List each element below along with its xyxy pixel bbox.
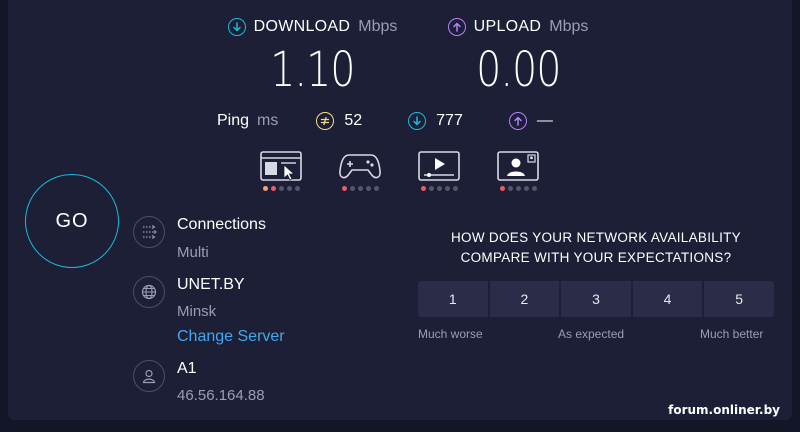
download-unit: Mbps [358, 18, 398, 35]
ping-idle-value: 52 [344, 112, 363, 129]
ping-label: Ping [217, 112, 250, 129]
upload-header: UPLOAD Mbps [447, 18, 589, 36]
video-chat-rating-dots [499, 186, 537, 191]
scale-low-label: Much worse [418, 327, 483, 341]
ping-idle: 52 [316, 112, 362, 130]
survey-rating-scale: 1 2 3 4 5 [418, 281, 774, 317]
globe-icon [133, 276, 165, 308]
change-server-link[interactable]: Change Server [177, 328, 285, 346]
download-header: DOWNLOAD Mbps [227, 18, 398, 36]
ping-download-value: 777 [436, 112, 463, 129]
survey-question-line2: COMPARE WITH YOUR EXPECTATIONS? [460, 250, 732, 265]
video-streaming-icon [418, 151, 460, 181]
video-chat-icon [497, 151, 539, 181]
upload-unit: Mbps [549, 18, 589, 35]
rating-option-5[interactable]: 5 [704, 281, 774, 317]
web-browsing-rating-dots [262, 186, 300, 191]
ping-download: 777 [408, 112, 463, 130]
rating-option-4[interactable]: 4 [632, 281, 703, 317]
rating-option-2[interactable]: 2 [489, 281, 560, 317]
ping-upload-value: — [536, 112, 553, 129]
server-location: Minsk [177, 303, 217, 320]
gaming-rating-dots [341, 186, 379, 191]
idle-latency-icon [316, 112, 335, 130]
upload-speed-value: 0.00 [475, 42, 561, 98]
connections-mode[interactable]: Multi [177, 244, 209, 261]
scale-mid-label: As expected [558, 327, 625, 341]
ping-row: Ping ms 52 777 — [217, 112, 599, 130]
provider-ip: 46.56.164.88 [177, 387, 265, 404]
go-label: GO [55, 209, 89, 232]
rating-option-3[interactable]: 3 [561, 281, 631, 317]
provider-name: A1 [177, 360, 197, 377]
go-button[interactable]: GO [25, 174, 119, 268]
download-arrow-icon [227, 18, 246, 36]
upload-label: UPLOAD [473, 18, 542, 35]
user-icon [133, 360, 165, 392]
download-latency-icon [408, 112, 427, 130]
app-rating-video-chat[interactable] [497, 151, 539, 191]
connections-title: Connections [177, 216, 266, 233]
upload-arrow-icon [447, 18, 466, 36]
web-browsing-icon [260, 151, 302, 181]
watermark: forum.onliner.by [668, 403, 780, 417]
scale-high-label: Much better [700, 327, 764, 341]
video-streaming-rating-dots [420, 186, 458, 191]
upload-latency-icon [508, 112, 527, 130]
ping-upload: — [508, 112, 553, 130]
download-label: DOWNLOAD [253, 18, 351, 35]
app-rating-video-streaming[interactable] [418, 151, 460, 191]
survey-question-line1: HOW DOES YOUR NETWORK AVAILABILITY [450, 230, 741, 245]
download-speed-value: 1.10 [270, 42, 355, 98]
ping-unit: ms [257, 112, 279, 129]
app-rating-web-browsing[interactable] [260, 151, 302, 191]
rating-option-1[interactable]: 1 [418, 281, 488, 317]
survey-question: HOW DOES YOUR NETWORK AVAILABILITY COMPA… [418, 228, 774, 268]
app-rating-gaming[interactable] [339, 151, 381, 191]
upload-metric: UPLOAD Mbps 0.00 [438, 18, 598, 98]
results-panel: DOWNLOAD Mbps 1.10 UPLOAD Mbps 0.00 Ping… [8, 0, 792, 420]
download-metric: DOWNLOAD Mbps 1.10 [220, 18, 405, 98]
gaming-icon [339, 154, 381, 179]
connections-icon [133, 216, 165, 248]
app-ratings [260, 151, 539, 191]
server-name: UNET.BY [177, 276, 245, 293]
